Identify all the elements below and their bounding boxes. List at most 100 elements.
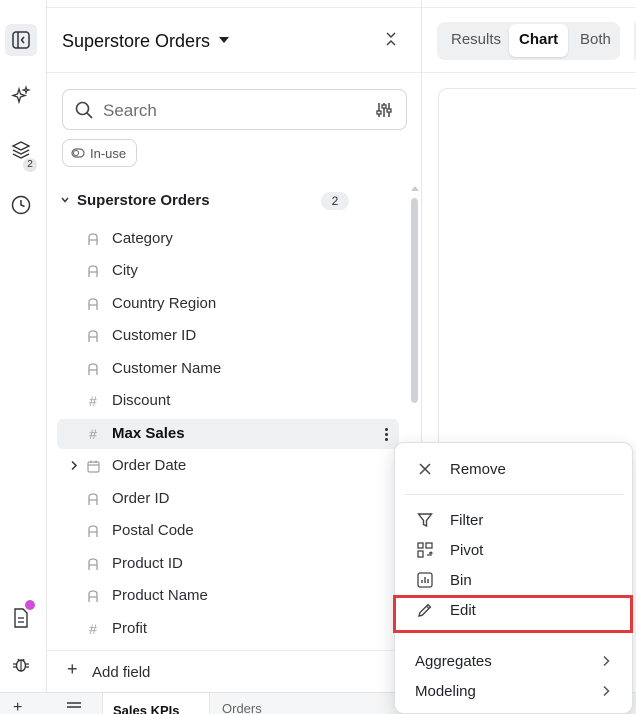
field-label: City [112,262,138,279]
search-input[interactable]: Search [103,101,157,121]
view-toggle: Results Chart Both [437,22,620,60]
field-label: Product Name [112,587,208,604]
chevron-right-icon[interactable] [70,460,78,471]
field-row-customer-id[interactable]: Customer ID [57,321,399,351]
menu-item-label: Remove [450,461,506,478]
pivot-icon [417,542,433,558]
text-type-icon [85,523,101,539]
menu-item-label: Pivot [450,542,484,559]
field-row-category[interactable]: Category [57,224,399,254]
field-row-postal-code[interactable]: Postal Code [57,516,399,546]
more-options-button[interactable] [377,425,395,443]
chart-tab[interactable]: Chart [509,24,569,57]
menu-item-pivot[interactable]: Pivot [395,535,634,565]
menu-item-label: Bin [450,572,472,589]
text-type-icon [85,588,101,604]
field-row-discount[interactable]: # Discount [57,386,399,416]
datasource-dropdown-icon[interactable] [219,37,229,43]
icon-rail: 2 [0,0,47,692]
filter-settings-icon[interactable] [374,100,394,120]
chevron-right-icon [603,685,610,697]
field-label: Category [112,230,173,247]
field-label: Postal Code [112,522,194,539]
hamburger-icon[interactable] [67,702,81,712]
field-row-country-region[interactable]: Country Region [57,289,399,319]
menu-item-aggregates[interactable]: Aggregates [395,646,634,676]
field-row-order-date[interactable]: Order Date [57,451,399,481]
field-row-product-id[interactable]: Product ID [57,549,399,579]
number-type-icon: # [89,426,97,442]
collapse-icon [386,32,396,46]
menu-item-remove[interactable]: Remove [395,454,634,484]
field-label: Country Region [112,295,217,312]
field-row-city[interactable]: City [57,256,399,286]
field-row-customer-name[interactable]: Customer Name [57,354,399,384]
history-button[interactable] [5,189,37,221]
field-label: Customer ID [112,327,197,344]
field-label: Profit [112,620,148,637]
bug-icon [13,658,29,672]
text-type-icon [85,556,101,572]
field-label: Max Sales [112,425,185,442]
close-icon [419,463,431,475]
menu-item-label: Filter [450,512,484,529]
text-type-icon [85,491,101,507]
document-icon [14,608,28,628]
highlight-annotation-box [393,595,633,633]
sheet-tab-sales-kpis[interactable]: Sales KPIs [102,693,210,714]
field-row-order-id[interactable]: Order ID [57,484,399,514]
panel-divider [47,72,422,73]
menu-item-bin[interactable]: Bin [395,565,634,595]
sidebar-panel-icon [12,31,30,49]
chevron-down-icon [61,197,69,203]
menu-item-label: Aggregates [415,653,492,670]
menu-item-label: Modeling [415,683,476,700]
date-type-icon [85,458,101,474]
menu-divider [405,494,624,495]
scroll-thumb[interactable] [411,198,418,403]
funnel-icon [417,513,433,528]
datasource-tree-header[interactable]: Superstore Orders [57,190,357,212]
results-tab[interactable]: Results [451,31,501,48]
search-icon [75,101,93,119]
text-type-icon [85,361,101,377]
notification-dot [25,600,35,610]
histogram-icon [417,572,433,588]
chip-label: In-use [90,145,127,161]
in-use-count-badge: 2 [321,192,349,210]
number-type-icon: # [89,621,97,637]
add-field-label: Add field [92,664,151,681]
layers-count-badge: 2 [23,158,37,172]
menu-item-filter[interactable]: Filter [395,505,634,535]
field-row-max-sales[interactable]: # Max Sales [57,419,399,449]
both-tab[interactable]: Both [580,31,611,48]
toolbar-divider [422,72,636,73]
clock-icon [11,195,31,215]
add-sheet-button[interactable]: + [13,699,22,714]
in-use-filter-chip[interactable]: In-use [62,139,138,167]
collapse-all-button[interactable] [384,30,398,53]
add-field-button[interactable]: + Add field [47,650,422,692]
field-row-profit[interactable]: # Profit [57,614,399,644]
field-search[interactable]: Search [62,89,407,130]
text-type-icon [85,296,101,312]
sparkle-icon [10,85,31,105]
text-type-icon [85,231,101,247]
text-type-icon [85,328,101,344]
field-context-menu: Remove Filter Pivot Bin Edit Aggregates … [394,442,633,714]
field-label: Customer Name [112,360,222,377]
sheet-tab-label: Sales KPIs [113,703,180,714]
field-row-product-name[interactable]: Product Name [57,581,399,611]
scroll-up-arrow[interactable] [411,186,419,191]
text-type-icon [85,263,101,279]
menu-item-modeling[interactable]: Modeling [395,676,634,706]
toggle-sidebar-button[interactable] [5,24,37,56]
datasource-title[interactable]: Superstore Orders [62,31,210,52]
toggle-icon [71,148,85,158]
chevron-right-icon [603,655,610,667]
ai-assistant-button[interactable] [5,80,37,112]
sheet-tab-orders[interactable]: Orders [222,701,262,714]
debug-button[interactable] [5,648,37,680]
field-label: Discount [112,392,171,409]
number-type-icon: # [89,393,97,409]
